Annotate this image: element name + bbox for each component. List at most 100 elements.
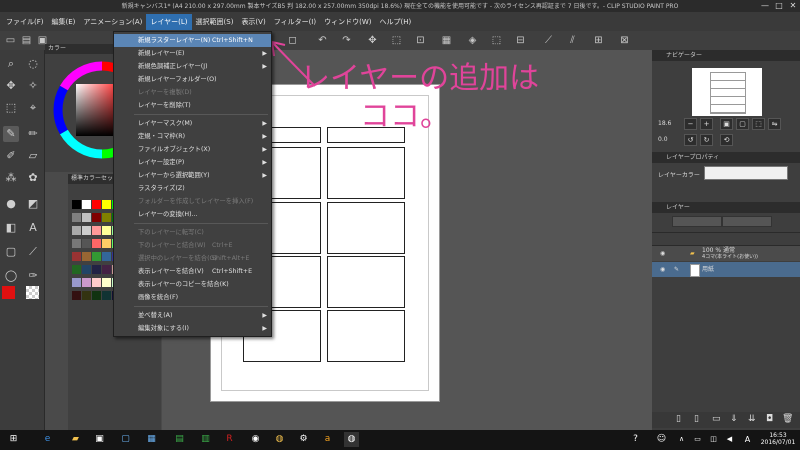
menu-file[interactable]: ファイル(F)	[2, 14, 48, 30]
new-vector-layer-icon[interactable]: ▯	[694, 414, 699, 424]
rotate-right-icon[interactable]: ↻	[700, 134, 713, 146]
color-swatch[interactable]	[92, 291, 101, 300]
color-swatch[interactable]	[102, 213, 111, 222]
auto-select-tool-icon[interactable]: ✧	[25, 78, 41, 94]
grid-icon[interactable]: ▦	[440, 34, 453, 47]
color-swatch[interactable]	[92, 213, 101, 222]
layer-menu-item[interactable]: ファイルオブジェクト(X) ▶	[114, 143, 271, 156]
menu-layer[interactable]: レイヤー(L)	[146, 13, 192, 30]
clock[interactable]: 16:53 2016/07/01	[758, 432, 798, 446]
layer-menu-item[interactable]: レイヤーから選択範囲(Y) ▶	[114, 169, 271, 182]
volume-icon[interactable]: ◀	[722, 432, 737, 447]
store-icon[interactable]: ▣	[92, 432, 107, 447]
eraser-tool-icon[interactable]: ▱	[25, 148, 41, 164]
layer-row-paper[interactable]: ◉ ✎ 用紙	[652, 262, 800, 277]
maximize-button[interactable]: □	[772, 0, 786, 12]
correction-tool-icon[interactable]: ✑	[25, 268, 41, 284]
layer-menu-item[interactable]: 画像を統合(F)	[114, 291, 271, 304]
amazon-icon[interactable]: a	[320, 432, 335, 447]
blend-tool-icon[interactable]: ●	[3, 196, 19, 212]
airbrush-tool-icon[interactable]: ⁂	[3, 170, 19, 186]
blend-mode-select[interactable]	[672, 216, 722, 227]
snap-special-icon[interactable]: ⊠	[618, 34, 631, 47]
clip-studio-icon[interactable]: ◍	[344, 432, 359, 447]
app-icon-3[interactable]: ▤	[172, 432, 187, 447]
excel-icon[interactable]: ▥	[198, 432, 213, 447]
layer-menu-item[interactable]: 定規・コマ枠(R) ▶	[114, 130, 271, 143]
fill-icon[interactable]: ◈	[466, 34, 479, 47]
snap-grid-icon[interactable]: ⊞	[592, 34, 605, 47]
color-swatch[interactable]	[102, 278, 111, 287]
color-swatch[interactable]	[72, 239, 81, 248]
app-icon-1[interactable]: ▢	[118, 432, 133, 447]
color-swatch[interactable]	[82, 265, 91, 274]
brush-tool-icon[interactable]: ✐	[3, 148, 19, 164]
color-swatch[interactable]	[102, 200, 111, 209]
battery-icon[interactable]: ▭	[690, 432, 705, 447]
color-swatch[interactable]	[92, 252, 101, 261]
new-raster-layer-icon[interactable]: ▯	[676, 414, 681, 424]
color-swatch[interactable]	[72, 252, 81, 261]
panel-frame[interactable]	[327, 310, 405, 362]
select-all-icon[interactable]: ⬚	[490, 34, 503, 47]
chrome-icon[interactable]: ◍	[272, 432, 287, 447]
color-swatch[interactable]	[92, 239, 101, 248]
color-swatch[interactable]	[82, 213, 91, 222]
main-color-swatch[interactable]	[2, 286, 15, 299]
snap-ruler-icon[interactable]: ⫽	[566, 34, 579, 47]
merge-down-icon[interactable]: ⇊	[748, 414, 756, 424]
new-folder-icon[interactable]: ▭	[712, 414, 721, 424]
menu-view[interactable]: 表示(V)	[237, 14, 269, 30]
layer-row-folder[interactable]: ◉ ▰ 100 % 通常 4コマ(本ライト(お使い))	[652, 246, 800, 261]
color-swatch[interactable]	[72, 291, 81, 300]
minimize-button[interactable]: —	[758, 0, 772, 12]
color-swatch[interactable]	[92, 278, 101, 287]
frame-tool-icon[interactable]: ▢	[3, 244, 19, 260]
navigator-preview[interactable]	[692, 68, 762, 116]
decoration-tool-icon[interactable]: ✿	[25, 170, 41, 186]
panel-frame[interactable]	[327, 202, 405, 254]
fill-tool-icon[interactable]: ◧	[3, 220, 19, 236]
people-icon[interactable]: ☺	[654, 432, 669, 447]
redo-icon[interactable]: ↷	[340, 34, 353, 47]
color-swatch[interactable]	[92, 265, 101, 274]
pen-tool-icon[interactable]: ✎	[3, 126, 19, 142]
color-swatch[interactable]	[102, 265, 111, 274]
lasso-tool-icon[interactable]: ◌	[25, 56, 41, 72]
layer-menu-item[interactable]: 表示レイヤーを結合(V) Ctrl+Shift+E	[114, 265, 271, 278]
balloon-tool-icon[interactable]: ◯	[3, 268, 19, 284]
fit-width-icon[interactable]: ⬚	[752, 118, 765, 130]
gradient-tool-icon[interactable]: ◩	[25, 196, 41, 212]
tray-expand-icon[interactable]: ∧	[674, 432, 689, 447]
file-explorer-icon[interactable]: ▰	[68, 432, 83, 447]
deselect-icon[interactable]: ✥	[366, 34, 379, 47]
panel-frame[interactable]	[327, 147, 405, 199]
mask-icon[interactable]: ◘	[766, 414, 773, 424]
delete-layer-icon[interactable]: 🗑	[782, 414, 793, 424]
color-swatch[interactable]	[72, 213, 81, 222]
actual-size-icon[interactable]: ▢	[736, 118, 749, 130]
menu-edit[interactable]: 編集(E)	[48, 14, 80, 30]
edge-browser-icon[interactable]: e	[40, 432, 55, 447]
color-swatch[interactable]	[82, 252, 91, 261]
crop-icon[interactable]: ⊡	[414, 34, 427, 47]
panel-frame[interactable]	[327, 256, 405, 308]
eyedropper-tool-icon[interactable]: ⌖	[25, 100, 41, 116]
zoom-tool-icon[interactable]: ⌕	[3, 56, 19, 72]
network-icon[interactable]: ◫	[706, 432, 721, 447]
color-swatch[interactable]	[102, 252, 111, 261]
zoom-in-icon[interactable]: +	[700, 118, 713, 130]
zoom-value[interactable]: 18.6	[658, 120, 671, 127]
layer-menu-item[interactable]: 新規レイヤー(E) ▶	[114, 47, 271, 60]
color-swatch[interactable]	[92, 200, 101, 209]
color-swatch[interactable]	[72, 278, 81, 287]
menu-help[interactable]: ヘルプ(H)	[375, 14, 415, 30]
layer-color-swatch[interactable]	[704, 166, 788, 180]
visibility-eye-icon[interactable]: ◉	[660, 262, 665, 277]
pencil-tool-icon[interactable]: ✏	[25, 126, 41, 142]
color-swatch[interactable]	[72, 226, 81, 235]
menu-selection[interactable]: 選択範囲(S)	[192, 14, 238, 30]
fit-view-icon[interactable]: ▣	[720, 118, 733, 130]
transform-icon[interactable]: ⬚	[390, 34, 403, 47]
layer-menu-item[interactable]: レイヤーマスク(M) ▶	[114, 117, 271, 130]
